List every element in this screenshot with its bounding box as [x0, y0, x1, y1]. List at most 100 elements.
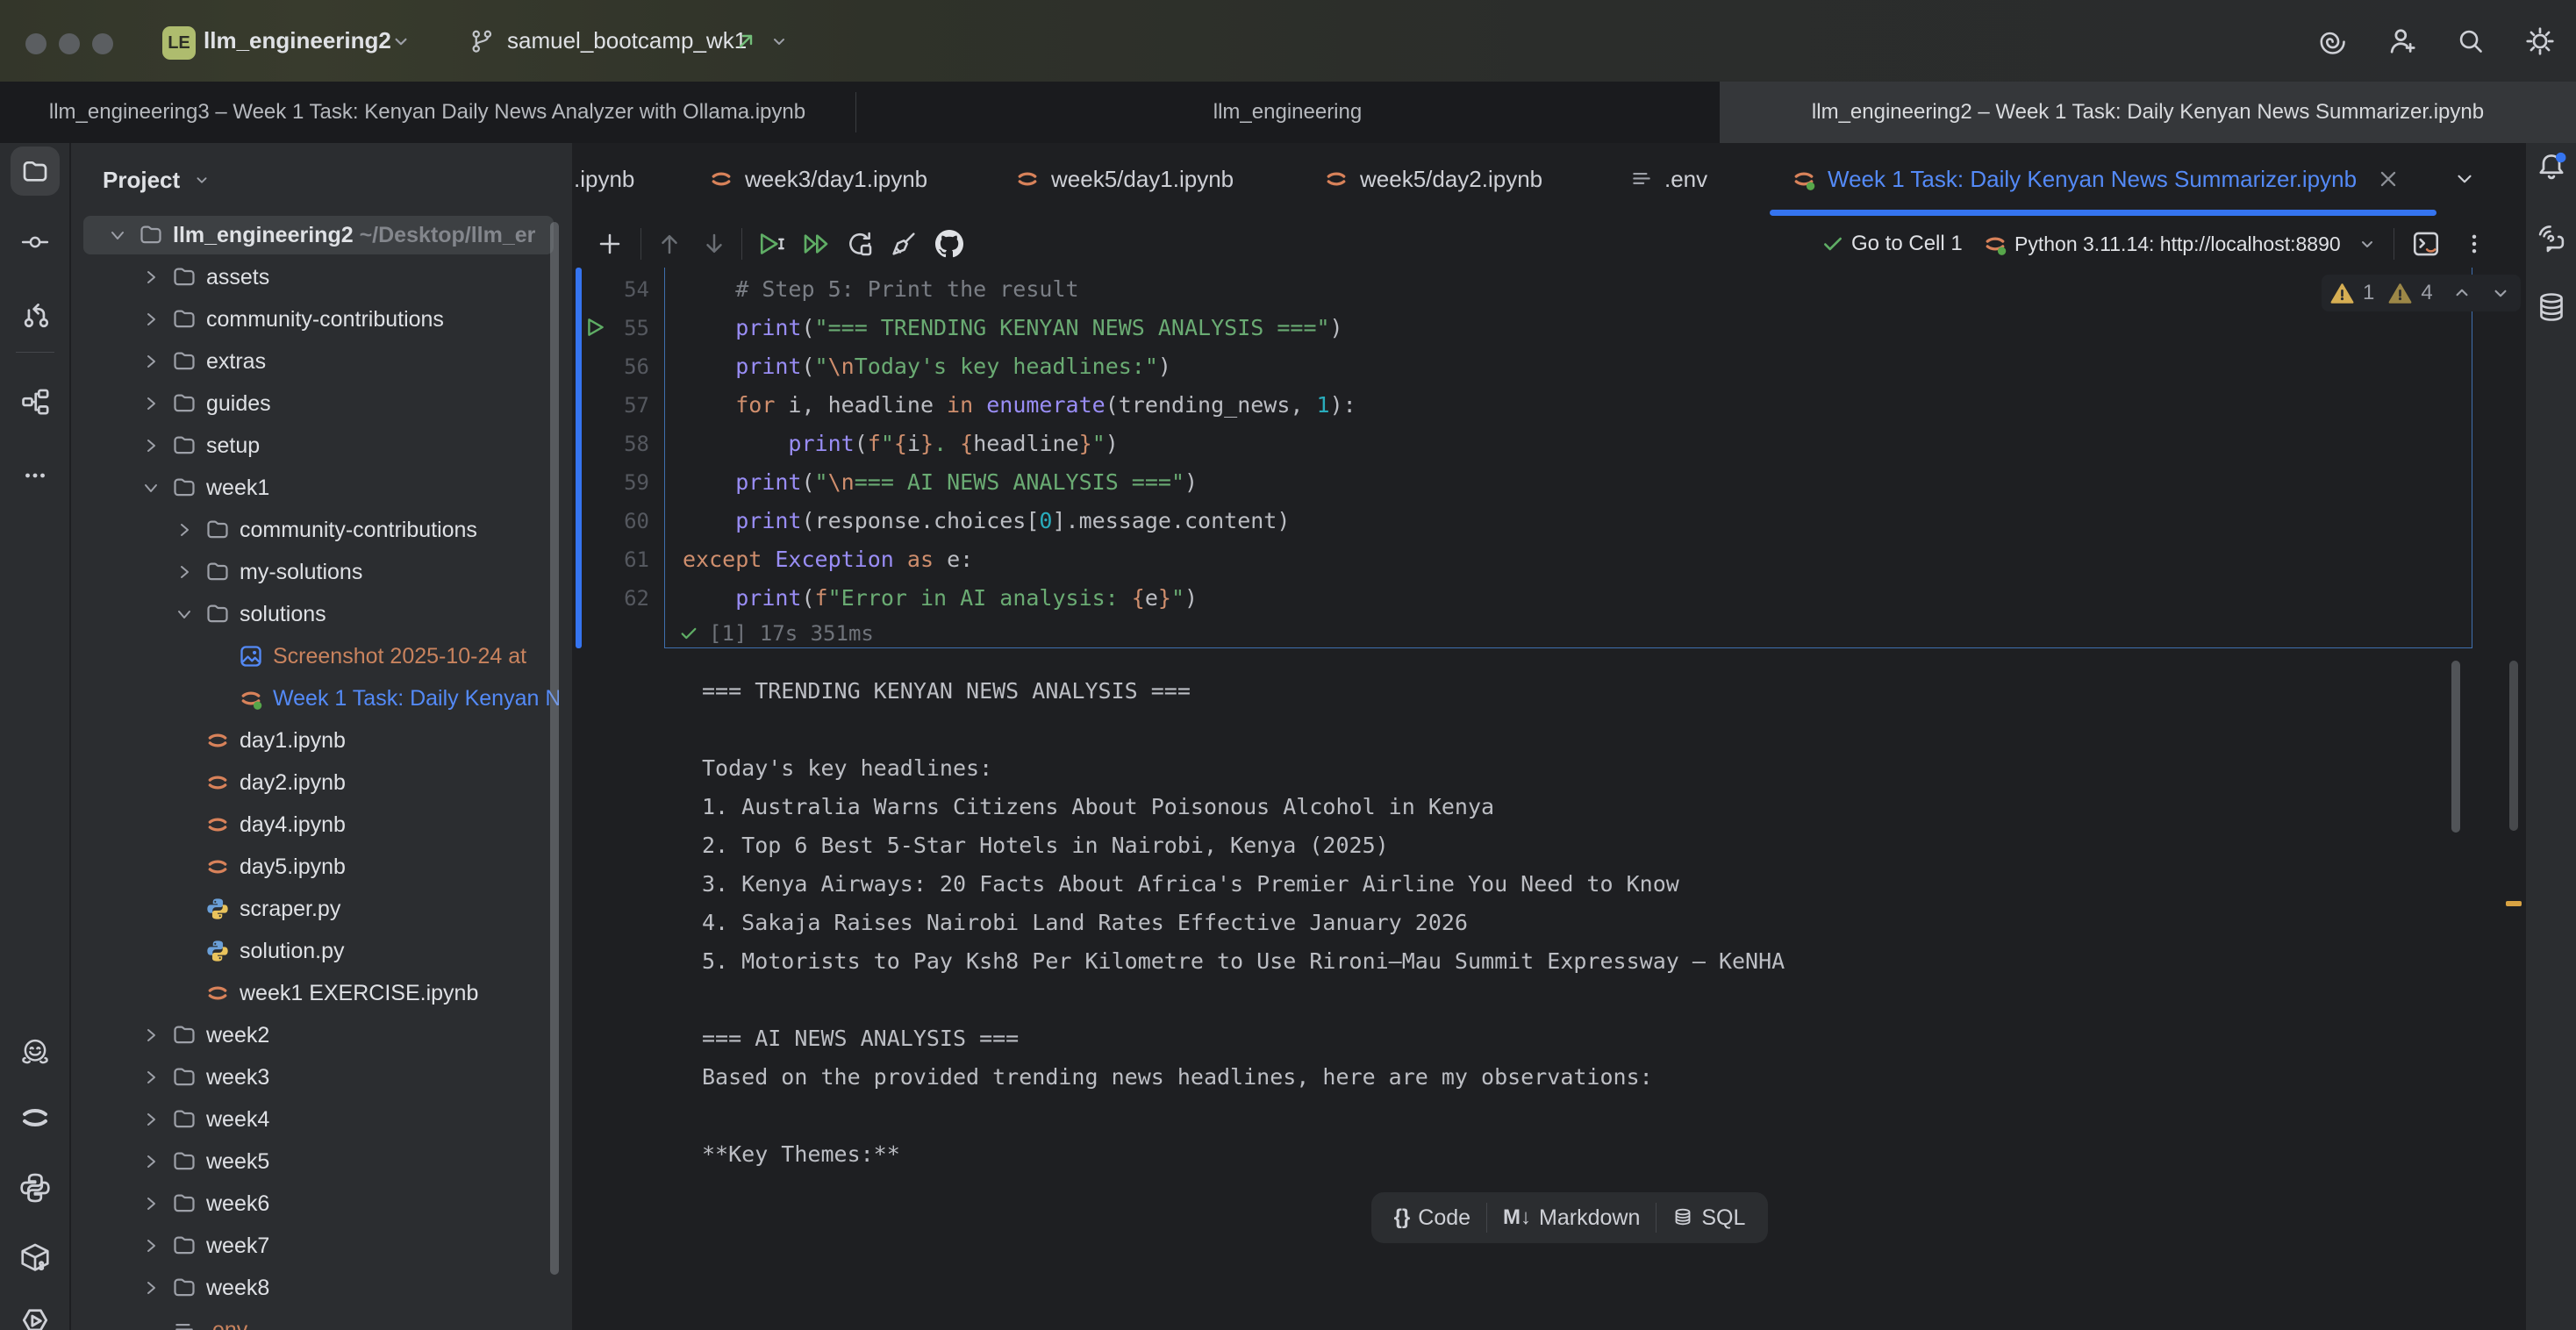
tree-chevron-icon[interactable]	[138, 1064, 164, 1090]
editor-tab-week5-day1[interactable]: week5/day1.ipynb	[1015, 143, 1234, 215]
restart-kernel-button[interactable]	[846, 218, 874, 270]
editor-tab-env[interactable]: .env	[1630, 143, 1707, 215]
structure-icon[interactable]	[0, 386, 70, 416]
project-folder-icon[interactable]	[0, 158, 70, 186]
project-selector[interactable]: llm_engineering2	[204, 0, 391, 82]
tree-item-community-contributions[interactable]: community-contributions	[71, 509, 559, 551]
tree-item-solutions[interactable]: solutions	[71, 593, 559, 635]
inspections-widget[interactable]: 1 4	[2322, 275, 2521, 311]
editor-tab-partial[interactable]: .ipynb	[574, 143, 634, 215]
code-line-61[interactable]: 61except Exception as e:	[572, 540, 2467, 579]
tree-item--env[interactable]: .env	[71, 1309, 559, 1330]
tree-chevron-icon[interactable]	[171, 559, 197, 585]
tree-chevron-icon[interactable]	[138, 1233, 164, 1259]
tree-item-week1-exercise-ipynb[interactable]: week1 EXERCISE.ipynb	[71, 972, 559, 1014]
tree-item-extras[interactable]: extras	[71, 340, 559, 383]
add-markdown-cell-button[interactable]: M↓ Markdown	[1503, 1205, 1640, 1231]
code-line-60[interactable]: 60 print(response.choices[0].message.con…	[572, 502, 2467, 540]
code-line-59[interactable]: 59 print("\n=== AI NEWS ANALYSIS ===")	[572, 463, 2467, 502]
tree-item-day5-ipynb[interactable]: day5.ipynb	[71, 846, 559, 888]
tree-item-day2-ipynb[interactable]: day2.ipynb	[71, 762, 559, 804]
tree-chevron-icon[interactable]	[138, 433, 164, 459]
tree-item-setup[interactable]: setup	[71, 425, 559, 467]
project-chevron-icon[interactable]	[390, 0, 412, 82]
branch-chevron-icon[interactable]	[769, 0, 790, 82]
window-tab-2[interactable]: llm_engineering	[856, 82, 1719, 143]
tree-item-solution-py[interactable]: solution.py	[71, 930, 559, 972]
kebab-menu-icon[interactable]	[2462, 218, 2487, 270]
editor-tab-active[interactable]: Week 1 Task: Daily Kenyan News Summarize…	[1792, 143, 2396, 215]
commit-icon[interactable]	[0, 227, 70, 257]
huggingface-icon[interactable]	[0, 1036, 70, 1069]
tree-item-guides[interactable]: guides	[71, 383, 559, 425]
tree-chevron-icon[interactable]	[138, 1106, 164, 1133]
github-icon[interactable]	[935, 218, 963, 270]
python-packages-icon[interactable]	[0, 1241, 70, 1275]
add-sql-cell-button[interactable]: SQL	[1672, 1205, 1745, 1231]
tree-chevron-icon[interactable]	[138, 264, 164, 290]
jupyter-tool-icon[interactable]	[0, 1101, 70, 1134]
code-line-56[interactable]: 56 print("\nToday's key headlines:")	[572, 347, 2467, 386]
tree-item-llm-engineering2[interactable]: llm_engineering2 ~/Desktop/llm_er	[71, 214, 559, 256]
prev-issue-icon[interactable]	[2451, 282, 2473, 304]
code-line-62[interactable]: 62 print(f"Error in AI analysis: {e}")	[572, 579, 2467, 618]
clear-outputs-broom-icon[interactable]	[890, 218, 918, 270]
tab-overflow-chevron-icon[interactable]	[2453, 143, 2476, 215]
tree-item-week7[interactable]: week7	[71, 1225, 559, 1267]
move-cell-up-button[interactable]	[656, 218, 683, 270]
project-panel-header[interactable]: Project	[103, 155, 211, 204]
tree-item-week5[interactable]: week5	[71, 1141, 559, 1183]
kernel-selector[interactable]: Python 3.11.14: http://localhost:8890	[1983, 218, 2378, 270]
code-line-55[interactable]: 55 print("=== TRENDING KENYAN NEWS ANALY…	[572, 309, 2467, 347]
tree-item-week8[interactable]: week8	[71, 1267, 559, 1309]
add-user-icon[interactable]	[2386, 0, 2420, 82]
editor-tab-week5-day2[interactable]: week5/day2.ipynb	[1324, 143, 1542, 215]
tree-item-week2[interactable]: week2	[71, 1014, 559, 1056]
tree-chevron-icon[interactable]	[171, 517, 197, 543]
run-all-cells-button[interactable]	[802, 218, 830, 270]
tree-chevron-icon[interactable]	[138, 348, 164, 375]
tree-item-day4-ipynb[interactable]: day4.ipynb	[71, 804, 559, 846]
code-line-54[interactable]: 54 # Step 5: Print the result	[572, 270, 2467, 309]
window-zoom-button[interactable]	[92, 33, 113, 54]
python-console-icon[interactable]	[0, 1171, 70, 1205]
code-line-57[interactable]: 57 for i, headline in enumerate(trending…	[572, 386, 2467, 425]
ai-assistant-icon[interactable]	[2316, 0, 2348, 82]
tree-chevron-icon[interactable]	[171, 601, 197, 627]
tree-chevron-icon[interactable]	[138, 1275, 164, 1301]
window-minimize-button[interactable]	[59, 33, 80, 54]
tree-item-scraper-py[interactable]: scraper.py	[71, 888, 559, 930]
tree-item-week4[interactable]: week4	[71, 1098, 559, 1141]
go-to-cell-button[interactable]: Go to Cell 1	[1821, 218, 1963, 270]
editor-scrollbar[interactable]	[2509, 661, 2518, 831]
ai-chat-icon[interactable]	[2526, 222, 2576, 255]
tree-chevron-icon[interactable]	[104, 222, 131, 248]
code-line-58[interactable]: 58 print(f"{i}. {headline}")	[572, 425, 2467, 463]
tree-chevron-icon[interactable]	[138, 1191, 164, 1217]
add-code-cell-button[interactable]: {} Code	[1394, 1205, 1470, 1231]
hexagon-run-icon[interactable]	[0, 1306, 70, 1330]
branch-selector[interactable]: samuel_bootcamp_wk1	[507, 0, 747, 82]
pull-requests-icon[interactable]	[0, 299, 70, 329]
tree-item-week1[interactable]: week1	[71, 467, 559, 509]
tree-item-my-solutions[interactable]: my-solutions	[71, 551, 559, 593]
tree-chevron-icon[interactable]	[138, 1148, 164, 1175]
tree-chevron-icon[interactable]	[138, 306, 164, 332]
tree-chevron-icon[interactable]	[138, 1022, 164, 1048]
tree-item-assets[interactable]: assets	[71, 256, 559, 298]
jupyter-console-icon[interactable]	[2411, 218, 2441, 270]
notifications-bell-icon[interactable]	[2526, 150, 2576, 185]
settings-gear-icon[interactable]	[2523, 0, 2557, 82]
add-cell-button[interactable]	[597, 218, 623, 270]
move-cell-down-button[interactable]	[701, 218, 727, 270]
tree-chevron-icon[interactable]	[138, 390, 164, 417]
next-issue-icon[interactable]	[2489, 282, 2512, 304]
database-tool-icon[interactable]	[2526, 290, 2576, 324]
tree-item-community-contributions[interactable]: community-contributions	[71, 298, 559, 340]
tree-item-day1-ipynb[interactable]: day1.ipynb	[71, 719, 559, 762]
search-icon[interactable]	[2455, 0, 2487, 82]
run-cell-button[interactable]	[757, 218, 787, 270]
tree-chevron-icon[interactable]	[138, 475, 164, 501]
tree-item-screenshot-2025-10-24-at[interactable]: Screenshot 2025-10-24 at	[71, 635, 559, 677]
editor-tab-week3-day1[interactable]: week3/day1.ipynb	[709, 143, 927, 215]
